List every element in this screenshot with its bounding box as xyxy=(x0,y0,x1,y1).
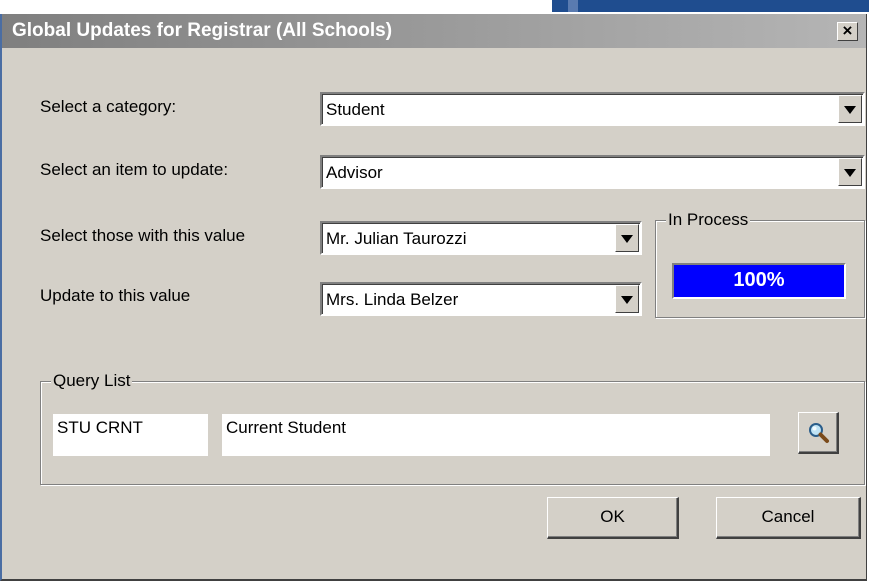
close-button[interactable]: × xyxy=(837,22,858,41)
category-dropdown[interactable]: Student xyxy=(320,92,865,126)
background-window-icon xyxy=(568,0,578,12)
progress-bar: 100% xyxy=(672,263,846,299)
dialog-titlebar[interactable]: Global Updates for Registrar (All School… xyxy=(2,14,866,48)
update-to-dropdown[interactable]: Mrs. Linda Belzer xyxy=(320,282,642,316)
ok-button[interactable]: OK xyxy=(547,497,679,539)
query-code-field: STU CRNT xyxy=(53,414,208,456)
query-description-field: Current Student xyxy=(222,414,770,456)
item-value: Advisor xyxy=(326,163,383,182)
category-value: Student xyxy=(326,100,385,119)
background-window-titlebar xyxy=(552,0,869,12)
update-to-dropdown-button[interactable] xyxy=(615,285,639,313)
global-updates-dialog: Global Updates for Registrar (All School… xyxy=(0,14,867,581)
query-list-group: Query List STU CRNT Current Student xyxy=(40,371,865,485)
with-value-label: Select those with this value xyxy=(40,226,246,245)
item-dropdown-button[interactable] xyxy=(838,158,862,186)
update-to-value: Mrs. Linda Belzer xyxy=(326,290,459,309)
progress-percent: 100% xyxy=(733,269,785,291)
dialog-title: Global Updates for Registrar (All School… xyxy=(12,20,393,41)
close-icon: × xyxy=(842,21,853,40)
query-search-button[interactable] xyxy=(798,412,839,454)
chevron-down-icon xyxy=(621,235,633,243)
item-label: Select an item to update: xyxy=(40,160,229,179)
category-label: Select a category: xyxy=(40,97,177,116)
query-list-caption: Query List xyxy=(51,371,133,391)
chevron-down-icon xyxy=(621,296,633,304)
with-value-value: Mr. Julian Taurozzi xyxy=(326,229,467,248)
chevron-down-icon xyxy=(844,169,856,177)
magnifier-icon xyxy=(809,422,829,443)
with-value-dropdown[interactable]: Mr. Julian Taurozzi xyxy=(320,221,642,255)
item-dropdown[interactable]: Advisor xyxy=(320,155,865,189)
with-value-dropdown-button[interactable] xyxy=(615,224,639,252)
cancel-button[interactable]: Cancel xyxy=(716,497,861,539)
in-process-caption: In Process xyxy=(666,210,751,230)
in-process-group: In Process 100% xyxy=(655,210,865,318)
update-to-label: Update to this value xyxy=(40,286,191,305)
category-dropdown-button[interactable] xyxy=(838,95,862,123)
chevron-down-icon xyxy=(844,106,856,114)
